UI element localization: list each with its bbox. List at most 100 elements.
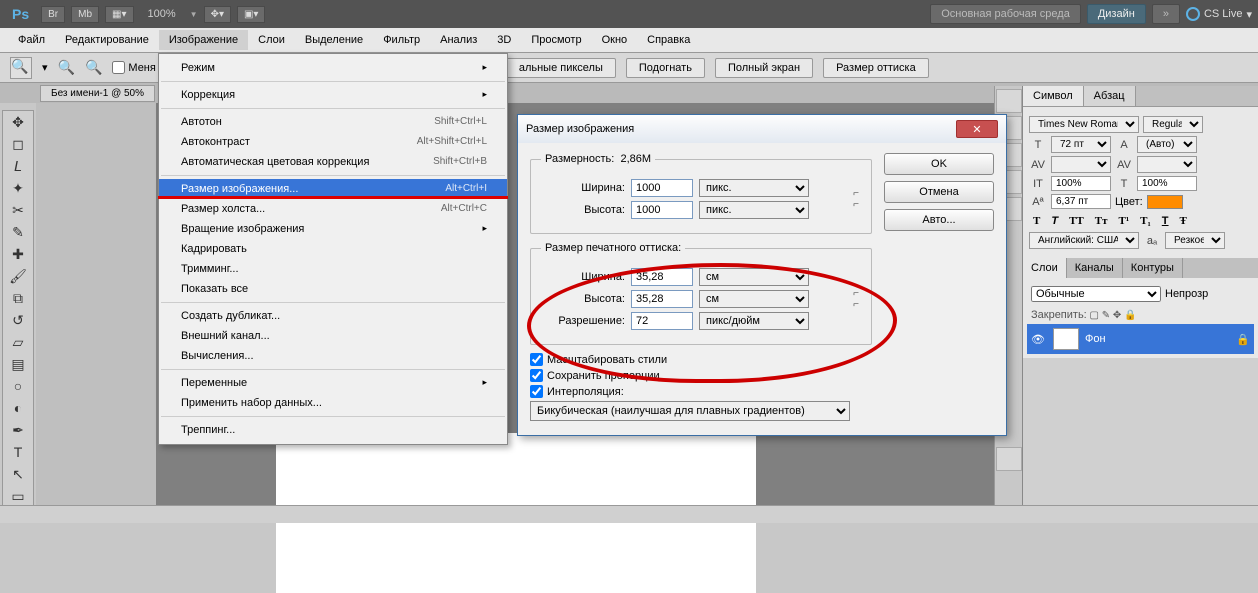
underline-button[interactable]: T xyxy=(1158,213,1173,229)
print-height-unit[interactable]: см xyxy=(699,290,809,308)
br-bridge-button[interactable]: Br xyxy=(41,6,65,23)
fit-screen-button[interactable]: Подогнать xyxy=(626,58,705,78)
px-height-input[interactable] xyxy=(631,201,693,219)
auto-button[interactable]: Авто... xyxy=(884,209,994,231)
crop-tool[interactable]: ✂ xyxy=(3,199,33,221)
opt-check1[interactable]: Меня xyxy=(112,61,155,74)
baseline-input[interactable] xyxy=(1051,194,1111,209)
move-tool[interactable]: ✥ xyxy=(3,111,33,133)
resolution-unit[interactable]: пикс/дюйм xyxy=(699,312,809,330)
hand-button[interactable]: ✥▾ xyxy=(204,6,231,23)
menu-item-apply-image[interactable]: Внешний канал... xyxy=(159,326,507,346)
menu-item-rotate[interactable]: Вращение изображения xyxy=(159,219,507,239)
font-family-select[interactable]: Times New Roman xyxy=(1029,116,1139,133)
cancel-button[interactable]: Отмена xyxy=(884,181,994,203)
eraser-tool[interactable]: ▱ xyxy=(3,331,33,353)
px-width-input[interactable] xyxy=(631,179,693,197)
zoom-in-icon[interactable]: 🔍 xyxy=(58,59,75,76)
zoom-tool-icon[interactable]: 🔍 xyxy=(10,57,32,79)
type-tool[interactable]: T xyxy=(3,441,33,463)
tab-character[interactable]: Символ xyxy=(1023,86,1084,106)
px-height-unit[interactable]: пикс. xyxy=(699,201,809,219)
menu-item-autocolor[interactable]: Автоматическая цветовая коррекцияShift+C… xyxy=(159,152,507,172)
leading-select[interactable]: (Авто) xyxy=(1137,136,1197,153)
vscale-input[interactable] xyxy=(1051,176,1111,191)
italic-button[interactable]: T xyxy=(1047,213,1062,229)
menu-item-mode[interactable]: Режим xyxy=(159,58,507,78)
print-height-input[interactable] xyxy=(631,290,693,308)
blend-mode-select[interactable]: Обычные xyxy=(1031,286,1161,302)
brush-tool[interactable]: 🖌 xyxy=(3,265,33,287)
visibility-eye-icon[interactable]: 👁 xyxy=(1031,333,1047,346)
kerning-select[interactable] xyxy=(1051,156,1111,173)
workspace-default[interactable]: Основная рабочая среда xyxy=(930,4,1081,24)
menu-item-trim[interactable]: Тримминг... xyxy=(159,259,507,279)
actual-pixels-button[interactable]: альные пикселы xyxy=(506,58,616,78)
path-tool[interactable]: ↖ xyxy=(3,463,33,485)
menu-window[interactable]: Окно xyxy=(592,30,638,50)
arrange-button[interactable]: ▣▾ xyxy=(237,6,265,23)
menu-item-adjustments[interactable]: Коррекция xyxy=(159,85,507,105)
hscale-input[interactable] xyxy=(1137,176,1197,191)
bold-button[interactable]: T xyxy=(1029,213,1044,229)
font-style-select[interactable]: Regular xyxy=(1143,116,1203,133)
constrain-check[interactable]: Сохранить пропорции xyxy=(530,369,872,382)
eyedropper-tool[interactable]: ✎ xyxy=(3,221,33,243)
menu-item-autotone[interactable]: АвтотонShift+Ctrl+L xyxy=(159,112,507,132)
tab-paragraph[interactable]: Абзац xyxy=(1084,86,1136,106)
collapsed-panel-icon[interactable] xyxy=(996,447,1022,471)
ok-button[interactable]: OK xyxy=(884,153,994,175)
cslive-button[interactable]: CS Live ▾ xyxy=(1186,7,1252,21)
zoom-out-icon[interactable]: 🔍 xyxy=(85,59,102,76)
menu-help[interactable]: Справка xyxy=(637,30,700,50)
marquee-tool[interactable]: ◻ xyxy=(3,133,33,155)
smallcaps-button[interactable]: Tᴛ xyxy=(1091,213,1112,229)
zoom-chevron-icon[interactable]: ▼ xyxy=(190,10,198,19)
gradient-tool[interactable]: ▤ xyxy=(3,353,33,375)
workspace-design[interactable]: Дизайн xyxy=(1087,4,1146,24)
menu-layer[interactable]: Слои xyxy=(248,30,295,50)
print-size-button[interactable]: Размер оттиска xyxy=(823,58,929,78)
print-width-input[interactable] xyxy=(631,268,693,286)
menu-item-trap[interactable]: Треппинг... xyxy=(159,420,507,440)
menu-item-duplicate[interactable]: Создать дубликат... xyxy=(159,306,507,326)
menu-file[interactable]: Файл xyxy=(8,30,55,50)
history-brush-tool[interactable]: ↺ xyxy=(3,309,33,331)
menu-item-calculations[interactable]: Вычисления... xyxy=(159,346,507,366)
layer-row-background[interactable]: 👁 Фон 🔒 xyxy=(1027,324,1254,354)
tab-paths[interactable]: Контуры xyxy=(1123,258,1183,278)
menu-3d[interactable]: 3D xyxy=(487,30,521,50)
menu-item-autocontrast[interactable]: АвтоконтрастAlt+Shift+Ctrl+L xyxy=(159,132,507,152)
menu-item-reveal-all[interactable]: Показать все xyxy=(159,279,507,299)
mb-minibridge-button[interactable]: Mb xyxy=(71,6,99,23)
workspace-more[interactable]: » xyxy=(1152,4,1180,24)
dialog-titlebar[interactable]: Размер изображения ✕ xyxy=(518,115,1006,143)
screen-mode-button[interactable]: ▦▾ xyxy=(105,6,133,23)
menu-item-apply-dataset[interactable]: Применить набор данных... xyxy=(159,393,507,413)
blur-tool[interactable]: ○ xyxy=(3,375,33,397)
interpolation-select[interactable]: Бикубическая (наилучшая для плавных град… xyxy=(530,401,850,421)
menu-item-variables[interactable]: Переменные xyxy=(159,373,507,393)
text-color-swatch[interactable] xyxy=(1147,195,1183,209)
shape-tool[interactable]: ▭ xyxy=(3,485,33,507)
menu-edit[interactable]: Редактирование xyxy=(55,30,159,50)
print-width-unit[interactable]: см xyxy=(699,268,809,286)
menu-select[interactable]: Выделение xyxy=(295,30,373,50)
menu-filter[interactable]: Фильтр xyxy=(373,30,430,50)
tab-channels[interactable]: Каналы xyxy=(1067,258,1123,278)
strike-button[interactable]: Ŧ xyxy=(1176,213,1191,229)
resolution-input[interactable] xyxy=(631,312,693,330)
stamp-tool[interactable]: ⧉ xyxy=(3,287,33,309)
full-screen-button[interactable]: Полный экран xyxy=(715,58,813,78)
dodge-tool[interactable]: ◐ xyxy=(3,397,33,419)
language-select[interactable]: Английский: США xyxy=(1029,232,1139,249)
px-width-unit[interactable]: пикс. xyxy=(699,179,809,197)
document-tab[interactable]: Без имени-1 @ 50% xyxy=(40,85,155,102)
resample-check[interactable]: Интерполяция: xyxy=(530,385,872,398)
pen-tool[interactable]: ✒ xyxy=(3,419,33,441)
allcaps-button[interactable]: TT xyxy=(1065,213,1088,229)
superscript-button[interactable]: T¹ xyxy=(1115,213,1134,229)
antialias-select[interactable]: Резкое xyxy=(1165,232,1225,249)
menu-view[interactable]: Просмотр xyxy=(521,30,591,50)
menu-image[interactable]: Изображение xyxy=(159,30,248,50)
